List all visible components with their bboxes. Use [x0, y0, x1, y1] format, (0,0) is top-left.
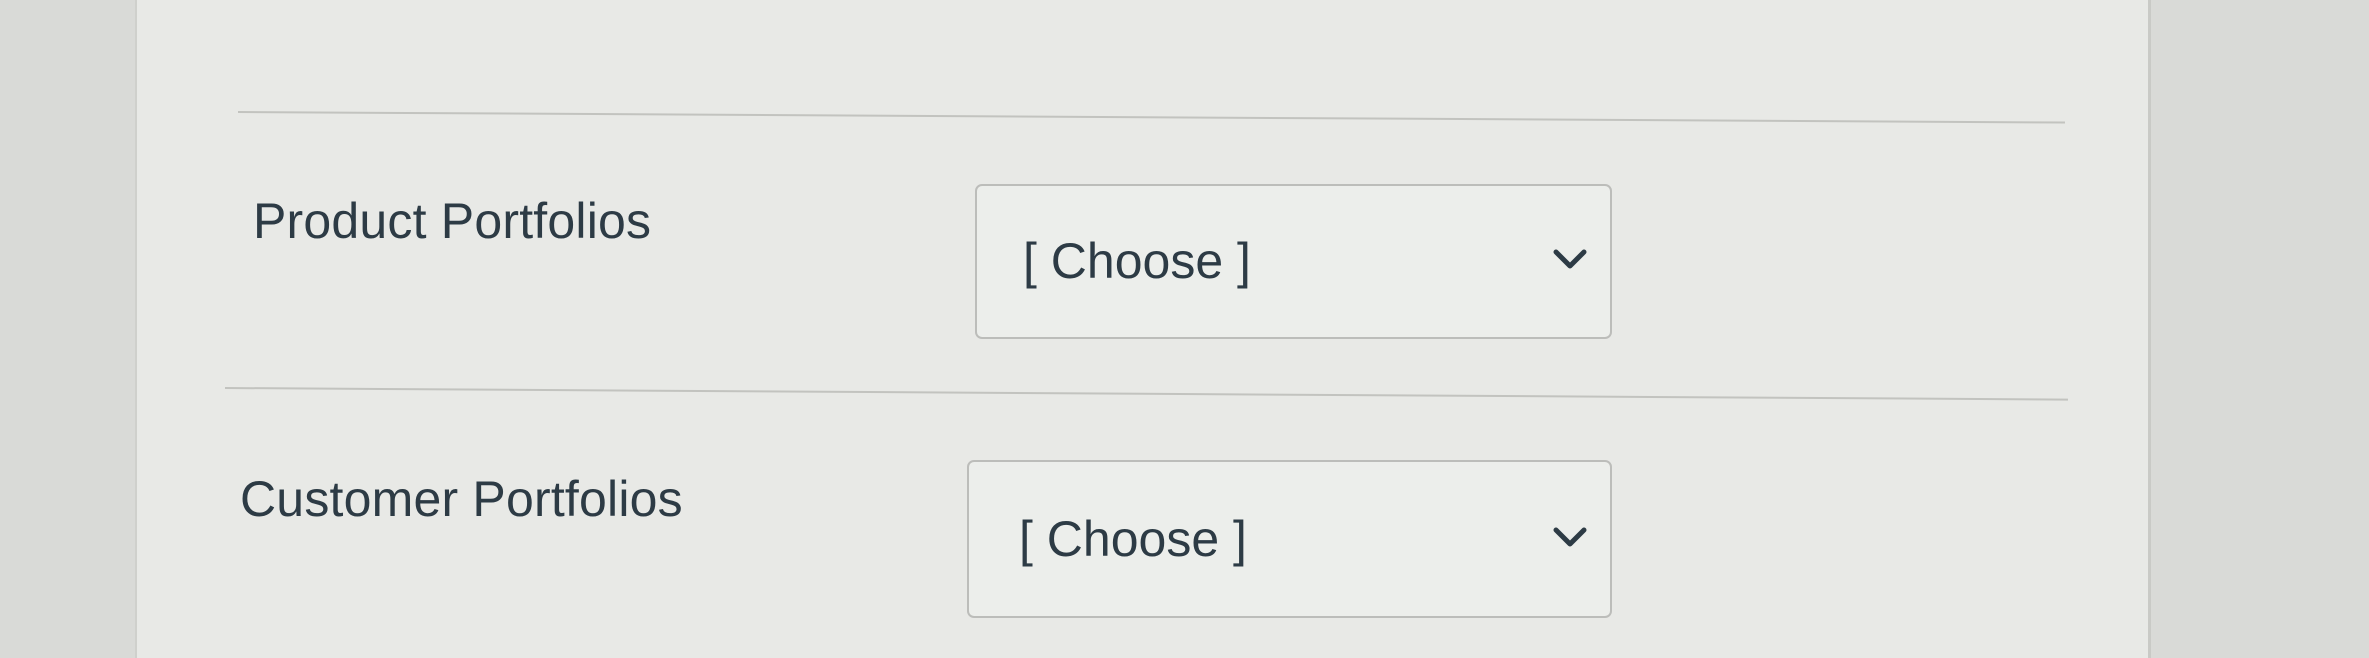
chevron-down-icon	[1553, 249, 1587, 269]
product-portfolios-label: Product Portfolios	[253, 193, 652, 249]
chevron-down-icon	[1553, 527, 1587, 547]
customer-portfolios-label: Customer Portfolios	[240, 471, 683, 527]
customer-portfolios-selected-value: [ Choose ]	[1019, 511, 1247, 567]
product-portfolios-selected-value: [ Choose ]	[1023, 233, 1251, 289]
customer-portfolios-select[interactable]: [ Choose ]	[967, 460, 1612, 618]
product-portfolios-select[interactable]: [ Choose ]	[975, 184, 1612, 339]
